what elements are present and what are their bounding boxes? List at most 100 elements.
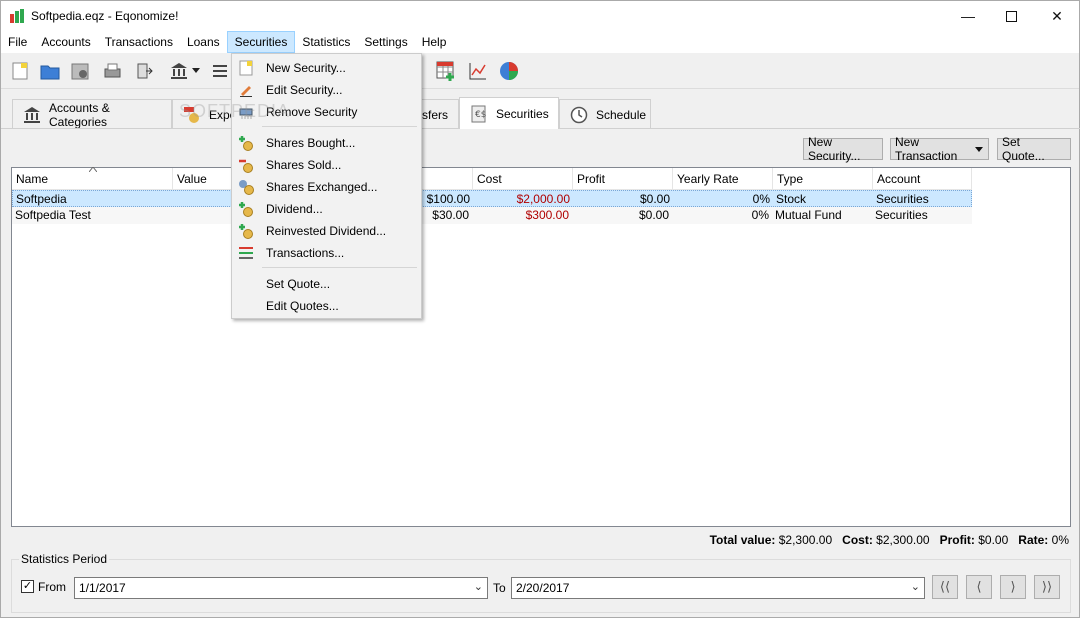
- sort-ascending-icon: [89, 167, 97, 172]
- dropdown-arrow-icon[interactable]: [189, 58, 203, 84]
- from-date-combo[interactable]: 1/1/2017 ⌄: [74, 577, 488, 599]
- cell-cost: $300.00: [525, 208, 569, 222]
- menu-item-new-security[interactable]: New Security...: [234, 57, 419, 79]
- total-rate-label: Rate:: [1018, 533, 1049, 547]
- column-header-account[interactable]: Account: [873, 168, 972, 190]
- menu-item-reinvested-dividend[interactable]: Reinvested Dividend...: [234, 220, 419, 242]
- total-profit-label: Profit:: [939, 533, 975, 547]
- cell-type: Mutual Fund: [775, 208, 842, 222]
- tab-securities[interactable]: €$ Securities: [459, 97, 559, 129]
- menu-file[interactable]: File: [1, 31, 34, 53]
- coins-plus-icon: [239, 136, 253, 151]
- last-period-button[interactable]: ⟩⟩: [1034, 575, 1060, 599]
- menu-item-shares-bought[interactable]: Shares Bought...: [234, 132, 419, 154]
- from-checkbox[interactable]: ✓: [21, 580, 34, 593]
- total-rate: 0%: [1051, 533, 1069, 547]
- open-folder-icon[interactable]: [37, 58, 63, 84]
- menu-transactions[interactable]: Transactions: [98, 31, 180, 53]
- previous-period-button[interactable]: ⟨: [966, 575, 992, 599]
- clock-icon: [570, 106, 588, 124]
- tab-accounts-categories[interactable]: Accounts & Categories: [12, 99, 172, 129]
- tab-label: Securities: [496, 106, 549, 121]
- menu-item-label: Shares Exchanged...: [266, 180, 378, 194]
- title-bar: Softpedia.eqz - Eqonomize! — ✕: [1, 1, 1079, 31]
- menu-item-transactions[interactable]: Transactions...: [234, 242, 419, 264]
- close-icon[interactable]: ✕: [1034, 1, 1080, 31]
- statistics-period-legend: Statistics Period: [19, 552, 110, 566]
- menu-item-label: Reinvested Dividend...: [266, 224, 387, 238]
- to-date-combo[interactable]: 2/20/2017 ⌄: [511, 577, 925, 599]
- column-header-yearly-rate[interactable]: Yearly Rate: [673, 168, 773, 190]
- pie-chart-icon[interactable]: [496, 58, 522, 84]
- maximize-icon[interactable]: [988, 1, 1034, 31]
- menu-item-set-quote[interactable]: Set Quote...: [234, 273, 419, 295]
- cell-account: Securities: [876, 192, 929, 206]
- tab-label: Schedule: [596, 107, 647, 122]
- minimize-icon[interactable]: —: [945, 1, 991, 31]
- securities-menu: New Security... Edit Security... Remove …: [231, 53, 422, 319]
- menu-item-shares-sold[interactable]: Shares Sold...: [234, 154, 419, 176]
- tab-schedule[interactable]: Schedule: [559, 99, 651, 129]
- transactions-icon: [239, 247, 253, 259]
- cell-name: Softpedia: [16, 192, 67, 206]
- print-icon[interactable]: [99, 58, 125, 84]
- menu-accounts[interactable]: Accounts: [34, 31, 97, 53]
- menu-item-label: Set Quote...: [266, 277, 331, 291]
- new-transaction-button[interactable]: New Transaction: [890, 135, 989, 163]
- cell-rate: 0%: [752, 192, 770, 206]
- pencil-icon: [240, 86, 252, 97]
- total-value-label: Total value:: [709, 533, 776, 547]
- table-add-icon[interactable]: [433, 58, 459, 84]
- menu-item-label: New Security...: [266, 61, 346, 75]
- table-row[interactable]: Softpedia Test $30.00 $300.00 $0.00 0% M…: [12, 207, 972, 224]
- total-profit: $0.00: [978, 533, 1009, 547]
- menu-item-dividend[interactable]: Dividend...: [234, 198, 419, 220]
- first-period-button[interactable]: ⟨⟨: [932, 575, 958, 599]
- menu-item-shares-exchanged[interactable]: Shares Exchanged...: [234, 176, 419, 198]
- menu-item-label: Transactions...: [266, 246, 345, 260]
- table-row[interactable]: Softpedia $2 $100.00 $2,000.00 $0.00 0% …: [12, 190, 972, 207]
- save-icon[interactable]: [67, 58, 93, 84]
- from-date-value: 1/1/2017: [79, 581, 126, 595]
- set-quote-button[interactable]: Set Quote...: [997, 135, 1071, 163]
- menu-item-edit-security[interactable]: Edit Security...: [234, 79, 419, 101]
- exit-icon[interactable]: [131, 58, 157, 84]
- chevron-left-icon: ⟨: [976, 579, 982, 594]
- menu-item-label: Shares Sold...: [266, 158, 342, 172]
- cell-profit: $0.00: [638, 208, 669, 222]
- tab-transfers[interactable]: sfers: [421, 99, 459, 129]
- menu-item-label: Edit Security...: [266, 83, 343, 97]
- menu-loans[interactable]: Loans: [180, 31, 227, 53]
- total-cost: $2,300.00: [876, 533, 930, 547]
- menu-securities[interactable]: Securities: [226, 31, 296, 53]
- column-header-type[interactable]: Type: [773, 168, 873, 190]
- total-value: $2,300.00: [778, 533, 833, 547]
- next-period-button[interactable]: ⟩: [1000, 575, 1026, 599]
- bank-icon: [23, 106, 41, 124]
- new-file-icon[interactable]: [7, 58, 33, 84]
- column-header-cost[interactable]: Cost: [473, 168, 573, 190]
- column-label: Name: [16, 172, 49, 186]
- svg-text:€$: €$: [475, 110, 486, 120]
- watermark: SOFTPEDIA: [179, 101, 291, 121]
- new-security-button[interactable]: New Security...: [803, 135, 883, 163]
- column-header-name[interactable]: Name: [12, 167, 173, 190]
- cell-rate: 0%: [751, 208, 769, 222]
- cell-name: Softpedia Test: [15, 208, 91, 222]
- menu-settings[interactable]: Settings: [357, 31, 414, 53]
- chevron-down-icon: ⌄: [473, 581, 483, 593]
- cell-cost: $2,000.00: [516, 192, 570, 206]
- menu-bar: File Accounts Transactions Loans Securit…: [1, 31, 1079, 53]
- menu-item-label: Dividend...: [266, 202, 323, 216]
- from-label: From: [38, 580, 66, 594]
- securities-table[interactable]: Name Value Cost Profit Yearly Rate Type …: [11, 167, 1071, 527]
- menu-statistics[interactable]: Statistics: [295, 31, 357, 53]
- menu-help[interactable]: Help: [415, 31, 454, 53]
- chevron-down-icon: [975, 147, 983, 152]
- menu-item-label: Edit Quotes...: [266, 299, 339, 313]
- menu-item-edit-quotes[interactable]: Edit Quotes...: [234, 295, 419, 317]
- list-icon[interactable]: [207, 58, 233, 84]
- securities-icon: €$: [470, 105, 488, 123]
- column-header-profit[interactable]: Profit: [573, 168, 673, 190]
- line-chart-icon[interactable]: [465, 58, 491, 84]
